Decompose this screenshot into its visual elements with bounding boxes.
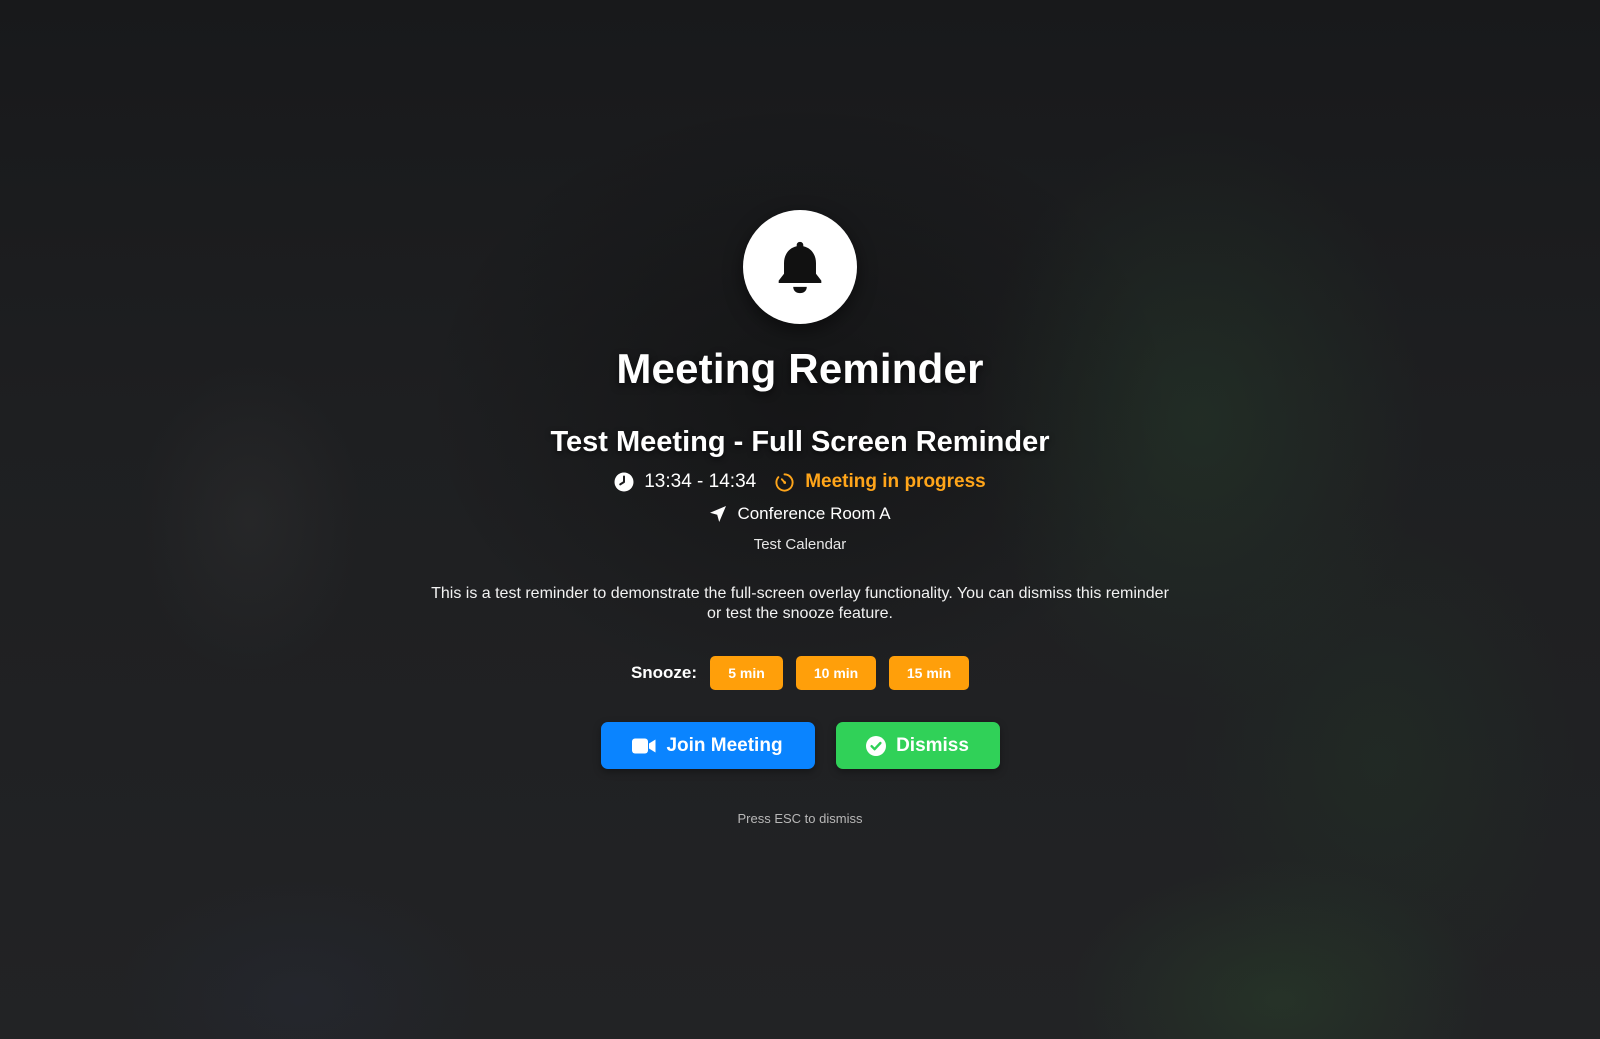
- reminder-overlay: Meeting Reminder Test Meeting - Full Scr…: [0, 0, 1600, 1039]
- bell-icon: [778, 241, 822, 294]
- snooze-15-min-button[interactable]: 15 min: [889, 656, 970, 690]
- clock-icon: [614, 472, 634, 492]
- snooze-5-min-button[interactable]: 5 min: [710, 656, 784, 690]
- snooze-label: Snooze:: [630, 663, 698, 682]
- meeting-location: Conference Room A: [737, 504, 891, 523]
- meeting-title: Test Meeting - Full Screen Reminder: [550, 426, 1050, 458]
- timer-icon: [774, 472, 795, 493]
- meeting-status: Meeting in progress: [774, 470, 986, 494]
- meeting-time-row: 13:34 - 14:34 Meeting in progress: [614, 470, 986, 494]
- meeting-status-text: Meeting in progress: [805, 471, 986, 492]
- bell-badge: [743, 210, 857, 324]
- join-meeting-button[interactable]: Join Meeting: [600, 722, 815, 769]
- meeting-time-range: 13:34 - 14:34: [644, 471, 757, 492]
- esc-hint: Press ESC to dismiss: [737, 811, 863, 826]
- page-title: Meeting Reminder: [616, 345, 984, 392]
- meeting-location-row: Conference Room A: [709, 503, 891, 525]
- join-meeting-label: Join Meeting: [666, 734, 783, 756]
- action-row: Join Meeting Dismiss: [600, 722, 1000, 769]
- video-camera-icon: [632, 738, 656, 754]
- location-arrow-icon: [709, 505, 727, 523]
- snooze-row: Snooze: 5 min 10 min 15 min: [630, 656, 970, 690]
- dismiss-button[interactable]: Dismiss: [835, 722, 1000, 769]
- calendar-name: Test Calendar: [753, 536, 847, 553]
- dismiss-label: Dismiss: [896, 734, 969, 756]
- check-circle-icon: [866, 735, 887, 756]
- snooze-10-min-button[interactable]: 10 min: [796, 656, 877, 690]
- meeting-description: This is a test reminder to demonstrate t…: [431, 585, 1169, 622]
